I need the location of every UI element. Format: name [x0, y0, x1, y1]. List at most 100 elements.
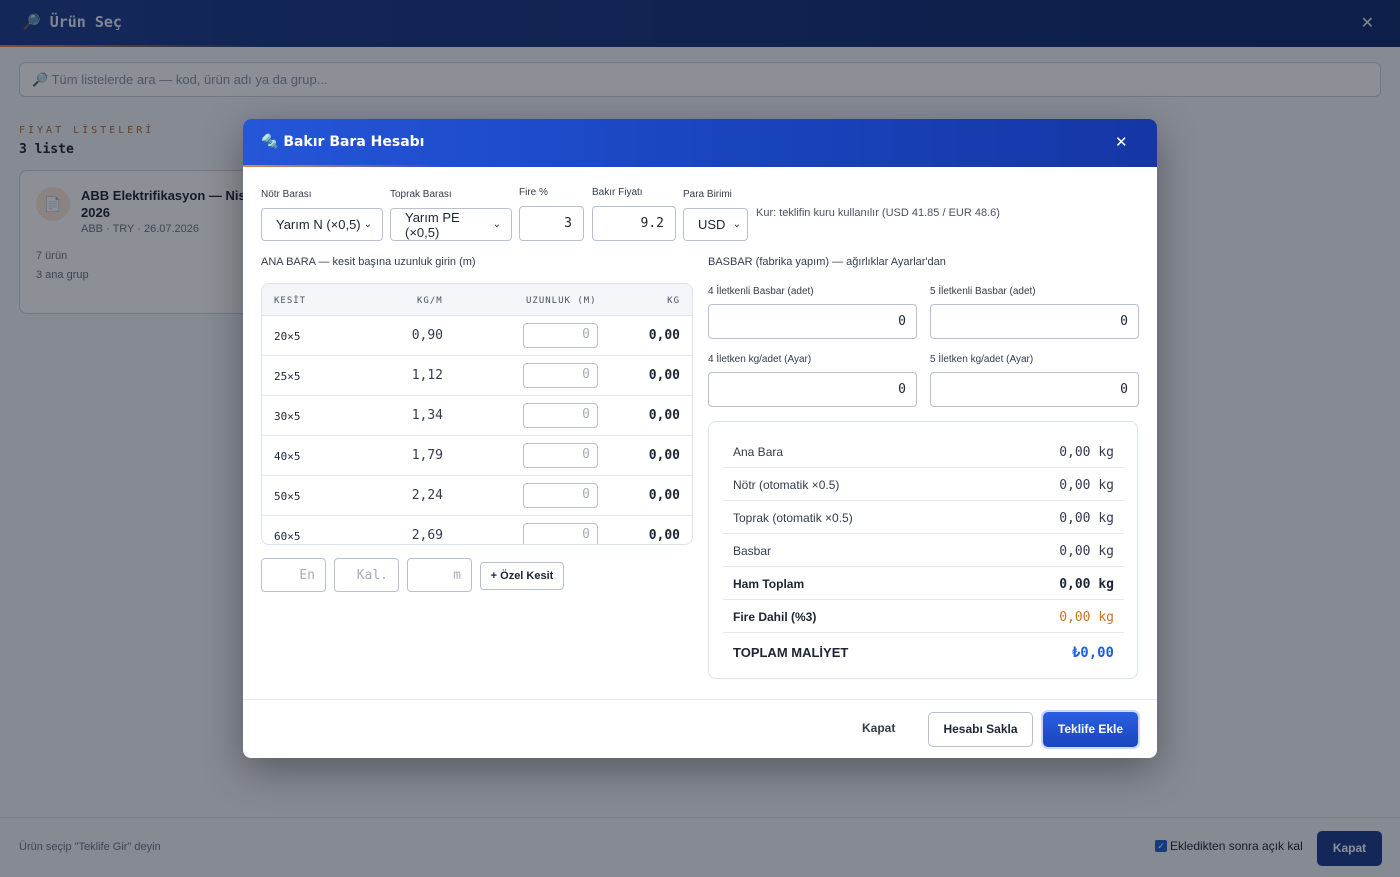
close-button[interactable]: Kapat [862, 721, 895, 735]
custom-length-input[interactable]: m [407, 558, 472, 592]
wrench-icon: 🔩 [261, 134, 279, 150]
summary-row: Toprak (otomatik ×0.5) 0,00 kg [723, 501, 1124, 534]
cell-kg: 0,00 [648, 488, 680, 503]
cell-kgm: 1,12 [411, 368, 443, 383]
busbar5-kg-label: 5 İletken kg/adet (Ayar) [930, 354, 1034, 365]
cell-kgm: 2,69 [411, 528, 443, 543]
custom-thickness-input[interactable]: Kal. [334, 558, 399, 592]
cell-kesit: 20×5 [274, 330, 301, 343]
copper-price-input[interactable]: 9.2 [592, 206, 676, 241]
cell-kg: 0,00 [648, 368, 680, 383]
exchange-rate-note: Kur: teklifin kuru kullanılır (USD 41.85… [756, 207, 1000, 219]
length-input[interactable]: 0 [523, 363, 598, 388]
summary-value: 0,00 kg [1059, 610, 1114, 625]
length-input[interactable]: 0 [523, 523, 598, 544]
summary-value: 0,00 kg [1059, 544, 1114, 559]
summary-value: 0,00 kg [1059, 511, 1114, 526]
add-to-quote-button[interactable]: Teklife Ekle [1043, 712, 1138, 747]
chevron-down-icon: ⌄ [363, 219, 372, 230]
summary-value: ₺0,00 [1071, 645, 1114, 661]
length-input[interactable]: 0 [523, 443, 598, 468]
length-input[interactable]: 0 [523, 403, 598, 428]
table-row: 30×5 1,34 0 0,00 [262, 396, 692, 436]
busbar4-label: 4 İletkenli Basbar (adet) [708, 286, 814, 297]
summary-label: Nötr (otomatik ×0.5) [733, 478, 840, 492]
dialog-footer: Kapat Hesabı Sakla Teklife Ekle [243, 699, 1157, 758]
toprak-select[interactable]: Yarım PE (×0,5) ⌄ [390, 208, 512, 241]
summary-row-raw-total: Ham Toplam 0,00 kg [723, 567, 1124, 600]
summary-label: Basbar [733, 544, 772, 558]
copper-bar-dialog: 🔩 Bakır Bara Hesabı ✕ Nötr Barası Yarım … [243, 119, 1157, 758]
cell-kgm: 1,79 [411, 448, 443, 463]
dialog-header-accent [243, 165, 443, 167]
cell-kesit: 40×5 [274, 450, 301, 463]
table-row: 60×5 2,69 0 0,00 [262, 516, 692, 544]
dialog-title-text: Bakır Bara Hesabı [283, 134, 425, 150]
notr-label: Nötr Barası [261, 189, 312, 200]
summary-value: 0,00 kg [1059, 478, 1114, 493]
busbar-heading: BASBAR (fabrika yapım) — ağırlıklar Ayar… [708, 256, 946, 268]
col-kg: KG [667, 296, 680, 306]
busbar4-kg-input[interactable]: 0 [708, 372, 917, 407]
fire-label: Fire % [519, 187, 548, 198]
cell-kg: 0,00 [648, 408, 680, 423]
summary-row: Nötr (otomatik ×0.5) 0,00 kg [723, 468, 1124, 501]
summary-label: Fire Dahil (%3) [733, 610, 817, 624]
cell-kgm: 2,24 [411, 488, 443, 503]
table-header: KESİT KG/M UZUNLUK (M) KG [262, 284, 692, 316]
summary-row: Ana Bara 0,00 kg [723, 435, 1124, 468]
busbar4-kg-label: 4 İletken kg/adet (Ayar) [708, 354, 812, 365]
busbar5-kg-input[interactable]: 0 [930, 372, 1139, 407]
chevron-down-icon: ⌄ [492, 219, 501, 230]
summary-label: Ham Toplam [733, 577, 805, 591]
summary-row-total-cost: TOPLAM MALİYET ₺0,00 [723, 633, 1124, 671]
summary-value: 0,00 kg [1059, 577, 1114, 592]
busbar4-count-input[interactable]: 0 [708, 304, 917, 339]
length-input[interactable]: 0 [523, 483, 598, 508]
currency-label: Para Birimi [683, 189, 732, 200]
cell-kesit: 60×5 [274, 530, 301, 543]
notr-select[interactable]: Yarım N (×0,5) ⌄ [261, 208, 383, 241]
busbar5-label: 5 İletkenli Basbar (adet) [930, 286, 1036, 297]
chevron-down-icon: ⌄ [732, 219, 741, 230]
cost-summary: Ana Bara 0,00 kg Nötr (otomatik ×0.5) 0,… [708, 421, 1138, 679]
toprak-label: Toprak Barası [390, 189, 452, 200]
cell-kg: 0,00 [648, 448, 680, 463]
main-bar-heading: ANA BARA — kesit başına uzunluk girin (m… [261, 256, 476, 268]
col-kgm: KG/M [417, 296, 443, 306]
cell-kg: 0,00 [648, 528, 680, 543]
table-row: 50×5 2,24 0 0,00 [262, 476, 692, 516]
col-kesit: KESİT [274, 296, 307, 306]
summary-label: Ana Bara [733, 445, 784, 459]
cell-kesit: 25×5 [274, 370, 301, 383]
cell-kesit: 50×5 [274, 490, 301, 503]
table-row: 40×5 1,79 0 0,00 [262, 436, 692, 476]
fire-input[interactable]: 3 [519, 206, 584, 241]
table-row: 25×5 1,12 0 0,00 [262, 356, 692, 396]
cell-kesit: 30×5 [274, 410, 301, 423]
cell-kg: 0,00 [648, 328, 680, 343]
dialog-title: 🔩 Bakır Bara Hesabı [261, 134, 424, 150]
cell-kgm: 0,90 [411, 328, 443, 343]
main-bar-table: KESİT KG/M UZUNLUK (M) KG 20×5 0,90 0 0,… [261, 283, 693, 545]
cell-kgm: 1,34 [411, 408, 443, 423]
summary-value: 0,00 kg [1059, 445, 1114, 460]
table-row: 20×5 0,90 0 0,00 [262, 316, 692, 356]
length-input[interactable]: 0 [523, 323, 598, 348]
col-uzunluk: UZUNLUK (M) [526, 296, 597, 306]
busbar5-count-input[interactable]: 0 [930, 304, 1139, 339]
dialog-header: 🔩 Bakır Bara Hesabı ✕ [243, 119, 1157, 167]
toprak-select-value: Yarım PE (×0,5) [405, 209, 460, 240]
summary-label: TOPLAM MALİYET [733, 645, 849, 660]
currency-select-value: USD [698, 217, 726, 232]
summary-row-with-waste: Fire Dahil (%3) 0,00 kg [723, 600, 1124, 633]
add-custom-section-button[interactable]: + Özel Kesit [480, 562, 564, 590]
notr-select-value: Yarım N (×0,5) [276, 217, 361, 232]
custom-width-input[interactable]: En [261, 558, 326, 592]
currency-select[interactable]: USD ⌄ [683, 208, 748, 241]
copper-price-label: Bakır Fiyatı [592, 187, 643, 198]
summary-row: Basbar 0,00 kg [723, 534, 1124, 567]
save-calc-button[interactable]: Hesabı Sakla [928, 712, 1033, 747]
dialog-close-icon[interactable]: ✕ [1115, 133, 1128, 151]
summary-label: Toprak (otomatik ×0.5) [733, 511, 853, 525]
